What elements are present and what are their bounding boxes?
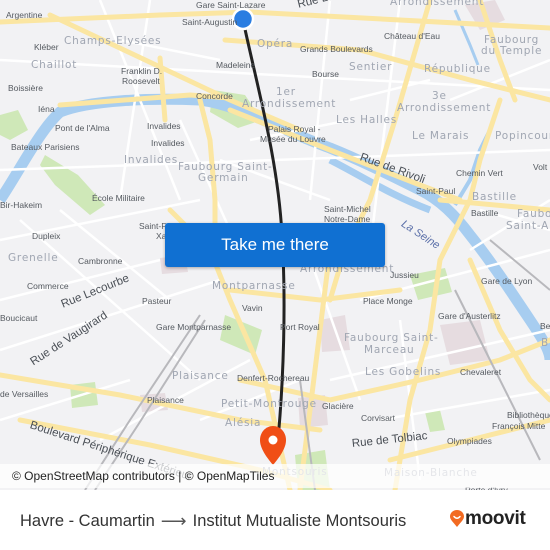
district-label: Arrondissement <box>390 0 485 8</box>
poi-label: Argentine <box>6 10 43 20</box>
poi-label: Boucicaut <box>0 313 38 323</box>
district-label: Alésia <box>225 417 262 429</box>
origin-name: Havre - Caumartin <box>20 512 155 530</box>
district-label: Arrondissement <box>242 98 337 110</box>
district-label: 3e <box>432 90 447 102</box>
moovit-logo[interactable]: moovit <box>450 508 526 530</box>
poi-label: Iéna <box>38 104 55 114</box>
park-trocadero <box>0 110 28 140</box>
poi-label: Saint-Paul <box>416 186 456 196</box>
poi-label: Plaisance <box>147 395 184 405</box>
poi-label: Invalides <box>147 121 181 131</box>
poi-label: Glacière <box>322 401 354 411</box>
poi-label: Grands Boulevards <box>300 44 373 54</box>
district-label: Faubourg <box>517 208 550 220</box>
moovit-wordmark: moovit <box>465 508 526 529</box>
district-label: Le Marais <box>412 130 470 142</box>
poi-label: Vavin <box>242 303 263 313</box>
poi-label: François Mitte <box>492 421 546 431</box>
district-label: Faubourg Saint- <box>178 161 273 173</box>
district-label: 1er <box>276 86 296 98</box>
poi-label: Madeleine <box>216 60 256 70</box>
poi-label: Pasteur <box>142 296 172 306</box>
district-label: B <box>541 337 550 349</box>
arrow-right-icon: ⟶ <box>160 511 187 531</box>
district-label: Montparnasse <box>212 280 296 292</box>
poi-label: de Versailles <box>0 389 49 399</box>
poi-label: Saint-Michel <box>324 204 371 214</box>
poi-label: Kléber <box>34 42 59 52</box>
district-label: Plaisance <box>172 370 229 382</box>
district-label: Germain <box>198 172 249 184</box>
district-label: Chaillot <box>31 59 78 71</box>
district-label: Faubourg Saint- <box>344 332 439 344</box>
poi-label: Gare Montparnasse <box>156 322 232 332</box>
poi-label: Boissière <box>8 83 43 93</box>
poi-label: Bibliothèque <box>507 410 550 420</box>
destination-name: Institut Mutualiste Montsouris <box>192 512 407 530</box>
poi-label: École Militaire <box>92 193 145 203</box>
poi-label: Château d'Eau <box>384 31 440 41</box>
district-label: Arrondissement <box>397 102 492 114</box>
map-attribution: © OpenStreetMap contributors | © OpenMap… <box>0 464 550 488</box>
poi-label: Invalides <box>151 138 185 148</box>
district-label: Marceau <box>364 344 415 356</box>
district-label: Opéra <box>257 38 294 50</box>
poi-label: Pont de l'Alma <box>55 123 110 133</box>
route-summary: Havre - Caumartin ⟶ Institut Mutualiste … <box>20 511 406 532</box>
poi-label: Gare d'Austerlitz <box>438 311 501 321</box>
poi-label: Gare Saint-Lazare <box>196 0 266 10</box>
moovit-pin-icon <box>450 510 464 527</box>
district-label: Bastille <box>472 191 517 203</box>
poi-label: Concorde <box>196 91 233 101</box>
district-label: du Temple <box>481 45 543 57</box>
poi-label: Be <box>540 321 550 331</box>
poi-label: Palais Royal - <box>268 124 321 134</box>
district-label: Popincourt <box>495 130 550 142</box>
district-label: Grenelle <box>8 252 59 264</box>
district-label: Invalides <box>124 154 179 166</box>
poi-label: Bourse <box>312 69 339 79</box>
park-13 <box>425 410 445 432</box>
poi-label: Saint-F <box>139 221 167 231</box>
district-label: Petit-Montrouge <box>221 398 317 410</box>
poi-label: Corvisart <box>361 413 396 423</box>
poi-label: Dupleix <box>32 231 61 241</box>
district-label: Les Halles <box>336 114 398 126</box>
poi-label: Roosevelt <box>122 76 160 86</box>
poi-label: Port Royal <box>280 322 320 332</box>
map[interactable]: Argentine Gare Saint-Lazare Saint-August… <box>0 0 550 490</box>
poi-label: Musée du Louvre <box>260 134 326 144</box>
district-label: Faubourg <box>484 34 540 46</box>
poi-label: Bastille <box>471 208 499 218</box>
poi-label: Gare de Lyon <box>481 276 533 286</box>
poi-label: Jussieu <box>390 270 419 280</box>
footer: Havre - Caumartin ⟶ Institut Mutualiste … <box>0 490 550 550</box>
poi-label: Place Monge <box>363 296 413 306</box>
poi-label: Chevaleret <box>460 367 502 377</box>
poi-label: Volt <box>533 162 548 172</box>
poi-label: Commerce <box>27 281 69 291</box>
park-champ-de-mars <box>40 155 105 215</box>
poi-label: Bateaux Parisiens <box>11 142 80 152</box>
poi-label: Chemin Vert <box>456 168 503 178</box>
district-label: Sentier <box>349 61 393 73</box>
poi-label: Bir-Hakeim <box>0 200 43 210</box>
poi-label: Franklin D. <box>121 66 163 76</box>
district-label: République <box>424 63 491 75</box>
attribution-text[interactable]: © OpenStreetMap contributors | © OpenMap… <box>12 469 274 483</box>
poi-label: Saint-Augustin <box>182 17 238 27</box>
poi-label: Olympiades <box>447 436 492 446</box>
take-me-there-button[interactable]: Take me there <box>165 223 385 267</box>
poi-label: Denfert-Rochereau <box>237 373 310 383</box>
district-label: Saint-Antoine <box>506 220 550 232</box>
district-label: Les Gobelins <box>365 366 442 378</box>
road-north <box>0 9 550 31</box>
poi-label: Cambronne <box>78 256 123 266</box>
district-label: Champs-Elysées <box>64 35 162 47</box>
